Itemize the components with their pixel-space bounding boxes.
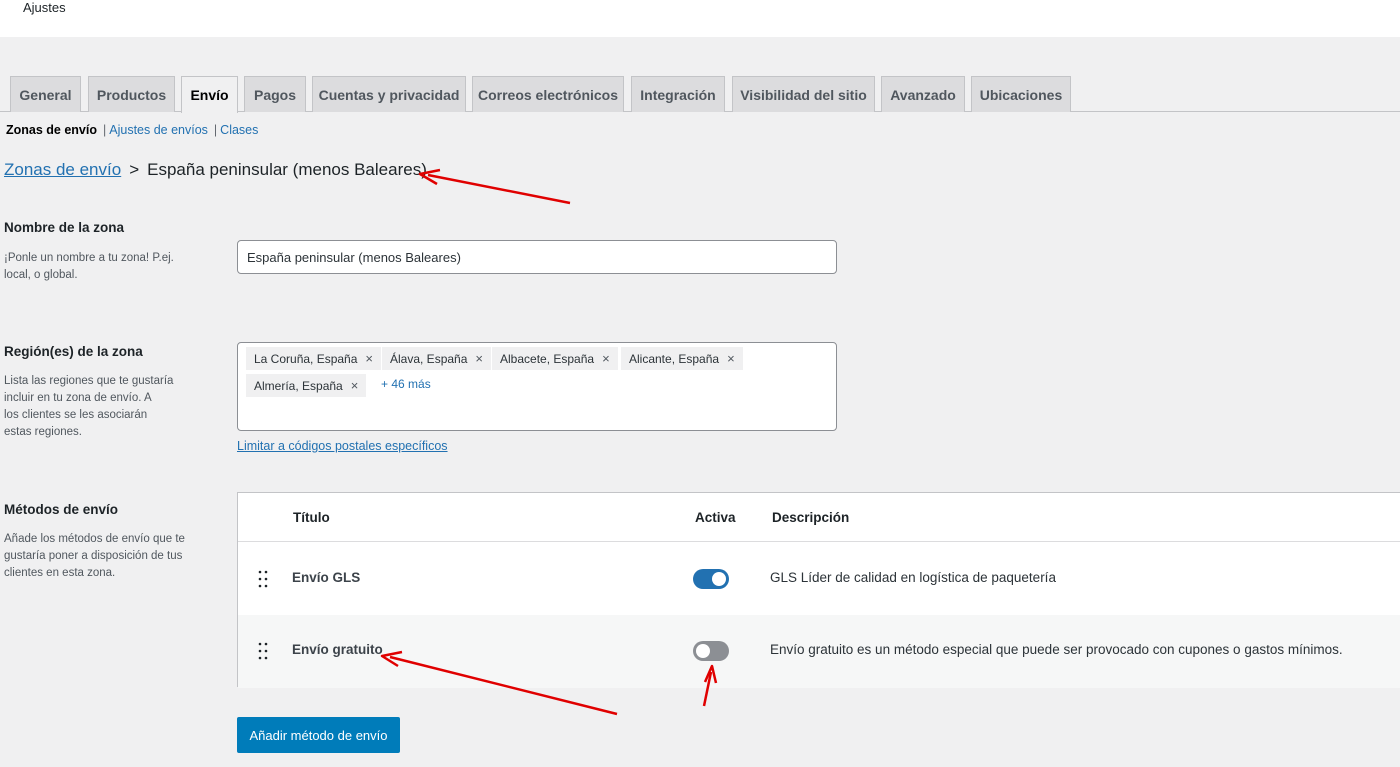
annotation-arrow bbox=[418, 168, 571, 205]
shipping-methods-label: Métodos de envío bbox=[4, 502, 119, 517]
column-header-title: Título bbox=[293, 510, 330, 525]
toggle-knob bbox=[696, 644, 710, 658]
zone-name-input[interactable] bbox=[237, 240, 837, 274]
zone-name-help: ¡Ponle un nombre a tu zona! P.ej. local,… bbox=[4, 250, 174, 284]
shipping-methods-help: Añade los métodos de envío que te gustar… bbox=[4, 531, 185, 582]
method-title[interactable]: Envío GLS bbox=[292, 570, 360, 585]
region-chip: Albacete, España × bbox=[492, 347, 618, 370]
method-description: Envío gratuito es un método especial que… bbox=[770, 642, 1343, 657]
remove-region-icon[interactable]: × bbox=[365, 351, 373, 366]
shipping-methods-table: Título Activa Descripción Envío GLS GLS … bbox=[237, 492, 1400, 688]
zone-regions-select[interactable]: La Coruña, España × Álava, España × Alba… bbox=[237, 342, 837, 431]
toggle-knob bbox=[712, 572, 726, 586]
more-regions-link[interactable]: + 46 más bbox=[381, 377, 431, 391]
help-line: gustaría poner a disposición de tus bbox=[4, 550, 183, 562]
help-line: clientes en esta zona. bbox=[4, 567, 116, 579]
help-line: Lista las regiones que te gustaría bbox=[4, 375, 174, 387]
remove-region-icon[interactable]: × bbox=[475, 351, 483, 366]
table-row: Envío gratuito Envío gratuito es un méto… bbox=[238, 615, 1400, 688]
breadcrumb-separator: > bbox=[129, 160, 140, 179]
region-chip: Álava, España × bbox=[382, 347, 491, 370]
subnav-link-ajustes-de-envios[interactable]: Ajustes de envíos bbox=[109, 123, 208, 137]
tab-visibilidad-del-sitio[interactable]: Visibilidad del sitio bbox=[732, 76, 875, 112]
subnav-separator: | bbox=[103, 123, 107, 137]
breadcrumb: Zonas de envío > España peninsular (meno… bbox=[4, 160, 427, 180]
add-shipping-method-button[interactable]: Añadir método de envío bbox=[237, 717, 400, 753]
tab-envio[interactable]: Envío bbox=[181, 76, 238, 113]
limit-postcodes-link[interactable]: Limitar a códigos postales específicos bbox=[237, 439, 448, 453]
help-line: Añade los métodos de envío que te bbox=[4, 533, 185, 545]
tab-correos-electronicos[interactable]: Correos electrónicos bbox=[472, 76, 624, 112]
region-chip: Almería, España × bbox=[246, 374, 367, 397]
column-header-active: Activa bbox=[695, 510, 736, 525]
page-header-title: Ajustes bbox=[23, 0, 66, 15]
tab-productos[interactable]: Productos bbox=[88, 76, 175, 112]
tab-avanzado[interactable]: Avanzado bbox=[881, 76, 965, 112]
subnav-link-clases[interactable]: Clases bbox=[220, 123, 258, 137]
region-chip-label: La Coruña, España bbox=[254, 351, 358, 366]
help-line: estas regiones. bbox=[4, 426, 82, 438]
zone-name-label: Nombre de la zona bbox=[4, 220, 125, 235]
settings-tabs: General Productos Envío Pagos Cuentas y … bbox=[0, 76, 1400, 113]
region-chip-label: Álava, España bbox=[390, 351, 468, 366]
tab-cuentas-y-privacidad[interactable]: Cuentas y privacidad bbox=[312, 76, 466, 112]
zone-regions-label: Región(es) de la zona bbox=[4, 344, 143, 359]
table-header: Título Activa Descripción bbox=[238, 493, 1400, 542]
method-enabled-toggle[interactable] bbox=[693, 569, 729, 589]
subnav-current-zonas: Zonas de envío bbox=[6, 123, 97, 137]
method-enabled-toggle[interactable] bbox=[693, 641, 729, 661]
help-line: local, o global. bbox=[4, 269, 78, 281]
region-chip: Alicante, España × bbox=[621, 347, 743, 370]
region-chip-label: Alicante, España bbox=[629, 351, 720, 366]
remove-region-icon[interactable]: × bbox=[602, 351, 610, 366]
tab-pagos[interactable]: Pagos bbox=[244, 76, 306, 112]
breadcrumb-link-zonas[interactable]: Zonas de envío bbox=[4, 160, 121, 180]
drag-handle-icon[interactable] bbox=[258, 642, 268, 660]
method-description: GLS Líder de calidad en logística de paq… bbox=[770, 570, 1056, 585]
zone-regions-help: Lista las regiones que te gustaría inclu… bbox=[4, 373, 173, 441]
tab-integracion[interactable]: Integración bbox=[631, 76, 725, 112]
region-chip: La Coruña, España × bbox=[246, 347, 381, 370]
shipping-subnav: Zonas de envío | Ajustes de envíos | Cla… bbox=[6, 123, 258, 137]
tab-ubicaciones[interactable]: Ubicaciones bbox=[971, 76, 1071, 112]
drag-handle-icon[interactable] bbox=[258, 570, 268, 588]
help-line: los clientes se les asociarán bbox=[4, 409, 148, 421]
region-chip-label: Almería, España bbox=[254, 378, 343, 393]
method-title[interactable]: Envío gratuito bbox=[292, 642, 383, 657]
remove-region-icon[interactable]: × bbox=[727, 351, 735, 366]
table-row: Envío GLS GLS Líder de calidad en logíst… bbox=[238, 543, 1400, 616]
breadcrumb-current-zone: España peninsular (menos Baleares) bbox=[147, 160, 427, 179]
subnav-separator: | bbox=[213, 123, 218, 137]
help-line: incluir en tu zona de envío. A bbox=[4, 392, 152, 404]
region-chip-label: Albacete, España bbox=[500, 351, 595, 366]
tab-general[interactable]: General bbox=[10, 76, 81, 112]
column-header-description: Descripción bbox=[772, 510, 850, 525]
remove-region-icon[interactable]: × bbox=[351, 378, 359, 393]
top-bar: Ajustes bbox=[0, 0, 1400, 37]
help-line: ¡Ponle un nombre a tu zona! P.ej. bbox=[4, 252, 174, 264]
